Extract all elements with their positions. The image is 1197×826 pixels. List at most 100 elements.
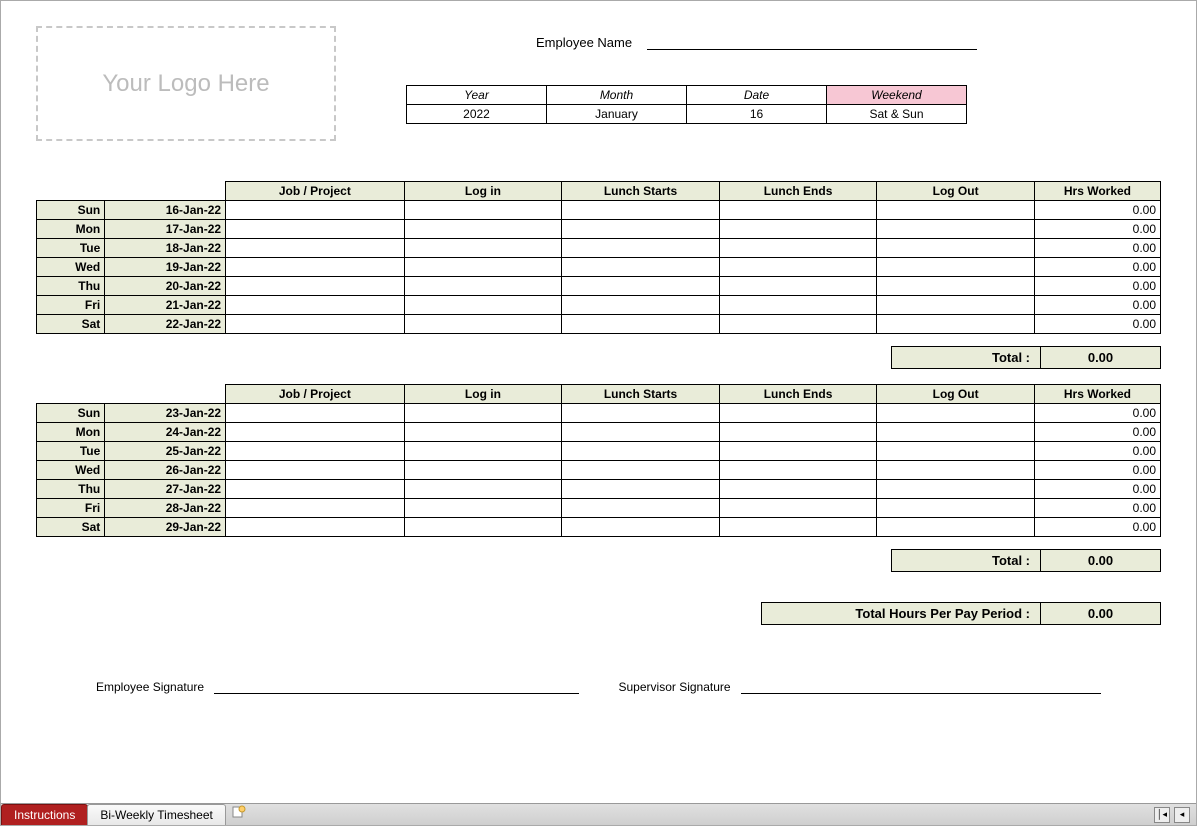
job-cell[interactable] <box>226 201 405 220</box>
job-cell[interactable] <box>226 220 405 239</box>
job-cell[interactable] <box>226 442 405 461</box>
login-cell[interactable] <box>404 315 562 334</box>
new-sheet-icon[interactable] <box>231 804 247 820</box>
logout-cell[interactable] <box>877 461 1035 480</box>
tab-biweekly-timesheet[interactable]: Bi-Weekly Timesheet <box>87 804 225 825</box>
logout-cell[interactable] <box>877 201 1035 220</box>
employee-signature-line[interactable] <box>214 680 578 694</box>
supervisor-signature-line[interactable] <box>741 680 1101 694</box>
tab-instructions[interactable]: Instructions <box>1 804 88 825</box>
meta-header-year: Year <box>407 86 547 105</box>
hrs-cell: 0.00 <box>1034 518 1160 537</box>
meta-value-weekend[interactable]: Sat & Sun <box>827 105 967 124</box>
meta-value-date[interactable]: 16 <box>687 105 827 124</box>
logout-cell[interactable] <box>877 480 1035 499</box>
lunch-end-cell[interactable] <box>719 277 877 296</box>
day-cell: Wed <box>37 258 105 277</box>
logout-cell[interactable] <box>877 315 1035 334</box>
date-cell: 23-Jan-22 <box>105 404 226 423</box>
scroll-first-icon[interactable]: │◂ <box>1154 807 1170 823</box>
hrs-cell: 0.00 <box>1034 442 1160 461</box>
logout-cell[interactable] <box>877 423 1035 442</box>
logout-cell[interactable] <box>877 220 1035 239</box>
lunch-start-cell[interactable] <box>562 442 720 461</box>
grand-total-label: Total Hours Per Pay Period : <box>761 602 1041 625</box>
lunch-start-cell[interactable] <box>562 220 720 239</box>
job-cell[interactable] <box>226 461 405 480</box>
meta-value-month[interactable]: January <box>547 105 687 124</box>
job-cell[interactable] <box>226 518 405 537</box>
col-lunch-end: Lunch Ends <box>719 385 877 404</box>
login-cell[interactable] <box>404 499 562 518</box>
lunch-end-cell[interactable] <box>719 461 877 480</box>
lunch-start-cell[interactable] <box>562 480 720 499</box>
lunch-end-cell[interactable] <box>719 423 877 442</box>
meta-header-month: Month <box>547 86 687 105</box>
job-cell[interactable] <box>226 296 405 315</box>
lunch-end-cell[interactable] <box>719 201 877 220</box>
lunch-end-cell[interactable] <box>719 239 877 258</box>
login-cell[interactable] <box>404 239 562 258</box>
lunch-end-cell[interactable] <box>719 404 877 423</box>
logout-cell[interactable] <box>877 518 1035 537</box>
meta-value-year[interactable]: 2022 <box>407 105 547 124</box>
lunch-start-cell[interactable] <box>562 201 720 220</box>
table-row: Thu20-Jan-22 0.00 <box>37 277 1161 296</box>
job-cell[interactable] <box>226 277 405 296</box>
lunch-end-cell[interactable] <box>719 296 877 315</box>
login-cell[interactable] <box>404 461 562 480</box>
date-cell: 20-Jan-22 <box>105 277 226 296</box>
lunch-start-cell[interactable] <box>562 518 720 537</box>
login-cell[interactable] <box>404 404 562 423</box>
lunch-end-cell[interactable] <box>719 499 877 518</box>
scroll-prev-icon[interactable]: ◂ <box>1174 807 1190 823</box>
lunch-end-cell[interactable] <box>719 220 877 239</box>
logout-cell[interactable] <box>877 296 1035 315</box>
login-cell[interactable] <box>404 258 562 277</box>
lunch-start-cell[interactable] <box>562 423 720 442</box>
lunch-end-cell[interactable] <box>719 315 877 334</box>
logout-cell[interactable] <box>877 499 1035 518</box>
login-cell[interactable] <box>404 480 562 499</box>
lunch-start-cell[interactable] <box>562 239 720 258</box>
lunch-start-cell[interactable] <box>562 258 720 277</box>
job-cell[interactable] <box>226 239 405 258</box>
lunch-start-cell[interactable] <box>562 404 720 423</box>
logout-cell[interactable] <box>877 239 1035 258</box>
logout-cell[interactable] <box>877 404 1035 423</box>
job-cell[interactable] <box>226 315 405 334</box>
job-cell[interactable] <box>226 258 405 277</box>
login-cell[interactable] <box>404 442 562 461</box>
job-cell[interactable] <box>226 480 405 499</box>
login-cell[interactable] <box>404 518 562 537</box>
logout-cell[interactable] <box>877 277 1035 296</box>
lunch-end-cell[interactable] <box>719 258 877 277</box>
day-cell: Thu <box>37 277 105 296</box>
lunch-start-cell[interactable] <box>562 499 720 518</box>
lunch-start-cell[interactable] <box>562 461 720 480</box>
lunch-start-cell[interactable] <box>562 315 720 334</box>
lunch-start-cell[interactable] <box>562 296 720 315</box>
employee-name-label: Employee Name <box>536 35 632 50</box>
login-cell[interactable] <box>404 423 562 442</box>
col-job: Job / Project <box>226 182 405 201</box>
job-cell[interactable] <box>226 404 405 423</box>
job-cell[interactable] <box>226 499 405 518</box>
day-cell: Tue <box>37 442 105 461</box>
hrs-cell: 0.00 <box>1034 277 1160 296</box>
login-cell[interactable] <box>404 201 562 220</box>
week2-total-label: Total : <box>891 549 1041 572</box>
login-cell[interactable] <box>404 277 562 296</box>
employee-name-line[interactable] <box>647 34 977 50</box>
logout-cell[interactable] <box>877 442 1035 461</box>
job-cell[interactable] <box>226 423 405 442</box>
lunch-end-cell[interactable] <box>719 480 877 499</box>
lunch-start-cell[interactable] <box>562 277 720 296</box>
login-cell[interactable] <box>404 220 562 239</box>
logout-cell[interactable] <box>877 258 1035 277</box>
day-cell: Tue <box>37 239 105 258</box>
login-cell[interactable] <box>404 296 562 315</box>
table-row: Sat29-Jan-220.00 <box>37 518 1161 537</box>
lunch-end-cell[interactable] <box>719 518 877 537</box>
lunch-end-cell[interactable] <box>719 442 877 461</box>
